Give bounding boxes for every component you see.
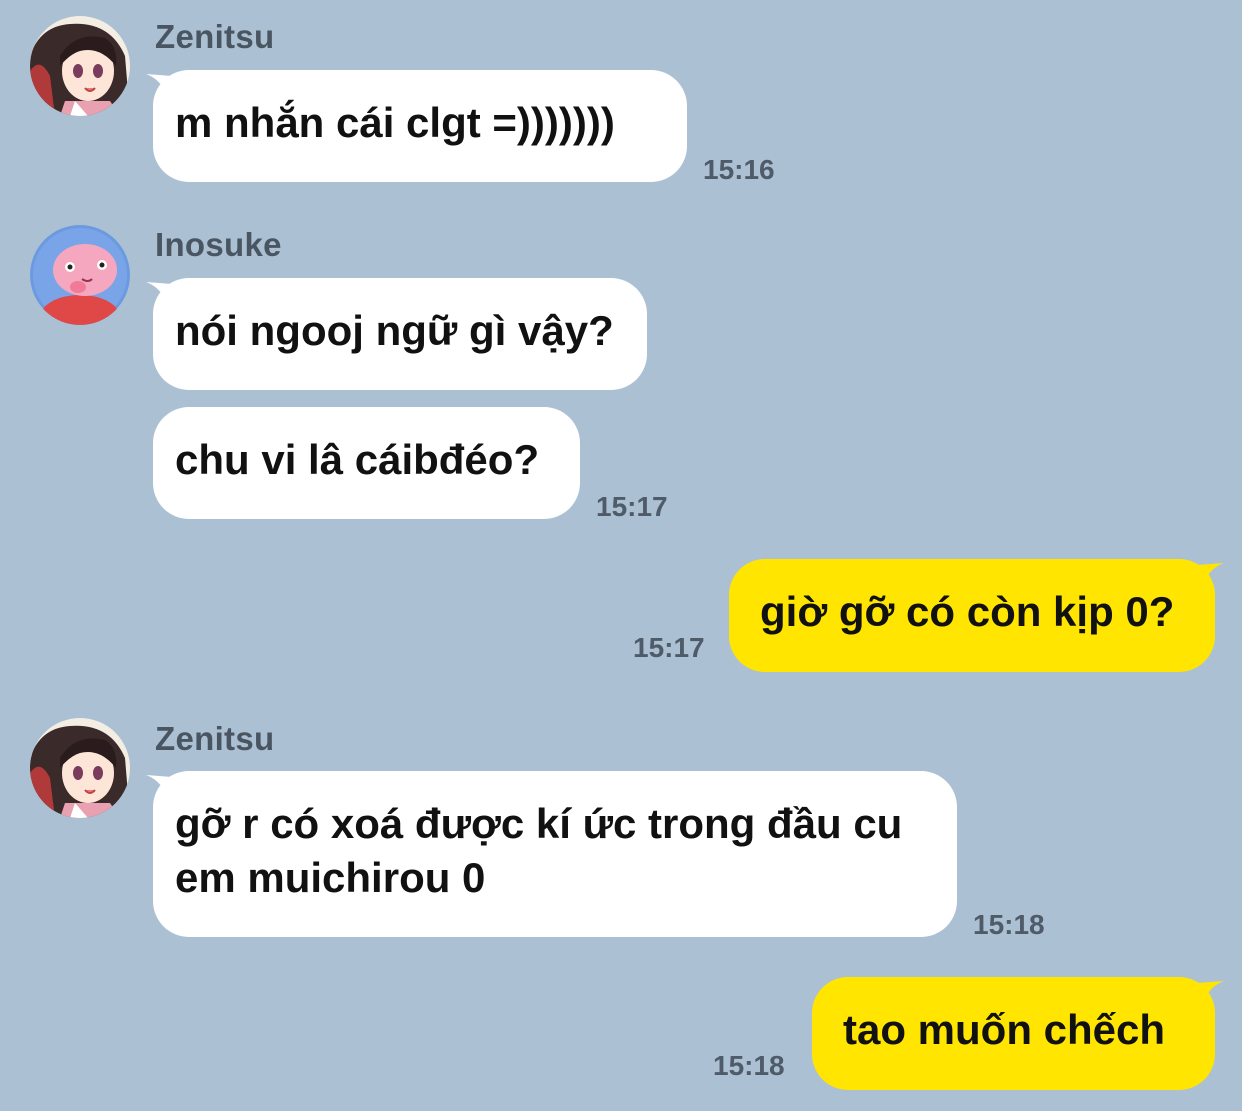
sender-name: Zenitsu <box>155 18 275 55</box>
avatar-zenitsu[interactable] <box>30 16 130 116</box>
bubble-tail <box>1198 981 1224 1007</box>
message-timestamp: 15:17 <box>596 491 668 522</box>
avatar-inosuke[interactable] <box>30 225 130 325</box>
message-timestamp: 15:16 <box>703 154 775 185</box>
bubble-tail <box>1198 563 1224 589</box>
message-bubble-outgoing[interactable]: giờ gỡ có còn kịp 0? <box>729 559 1215 672</box>
message-text: tao muốn chếch <box>843 1006 1166 1053</box>
sender-name: Zenitsu <box>155 720 275 757</box>
message-text: m nhắn cái clgt =))))))) <box>175 99 615 146</box>
pink-pig-avatar-icon <box>30 225 130 325</box>
message-text-line: em muichirou 0 <box>175 854 486 901</box>
sender-name: Inosuke <box>155 226 282 263</box>
message-timestamp: 15:18 <box>713 1050 785 1081</box>
anime-girl-avatar-icon <box>30 16 130 116</box>
message-timestamp: 15:18 <box>973 909 1045 940</box>
message-bubble[interactable]: chu vi lâ cáibđéo? <box>153 407 580 519</box>
chat-screen: { "chat": { "messages": [ { "sender": "Z… <box>0 0 1242 1111</box>
anime-girl-avatar-icon <box>30 718 130 818</box>
message-bubble[interactable]: nói ngooj ngữ gì vậy? <box>153 278 647 390</box>
avatar-zenitsu[interactable] <box>30 718 130 818</box>
message-bubble[interactable]: gỡ r có xoá được kí ức trong đầu cu em m… <box>153 771 957 937</box>
message-timestamp: 15:17 <box>633 632 705 663</box>
message-text-line: gỡ r có xoá được kí ức trong đầu cu <box>175 800 903 847</box>
message-text: giờ gỡ có còn kịp 0? <box>760 588 1175 635</box>
message-text: nói ngooj ngữ gì vậy? <box>175 307 614 354</box>
message-bubble-outgoing[interactable]: tao muốn chếch <box>812 977 1215 1090</box>
message-text: chu vi lâ cáibđéo? <box>175 436 540 483</box>
message-bubble[interactable]: m nhắn cái clgt =))))))) <box>153 70 687 182</box>
